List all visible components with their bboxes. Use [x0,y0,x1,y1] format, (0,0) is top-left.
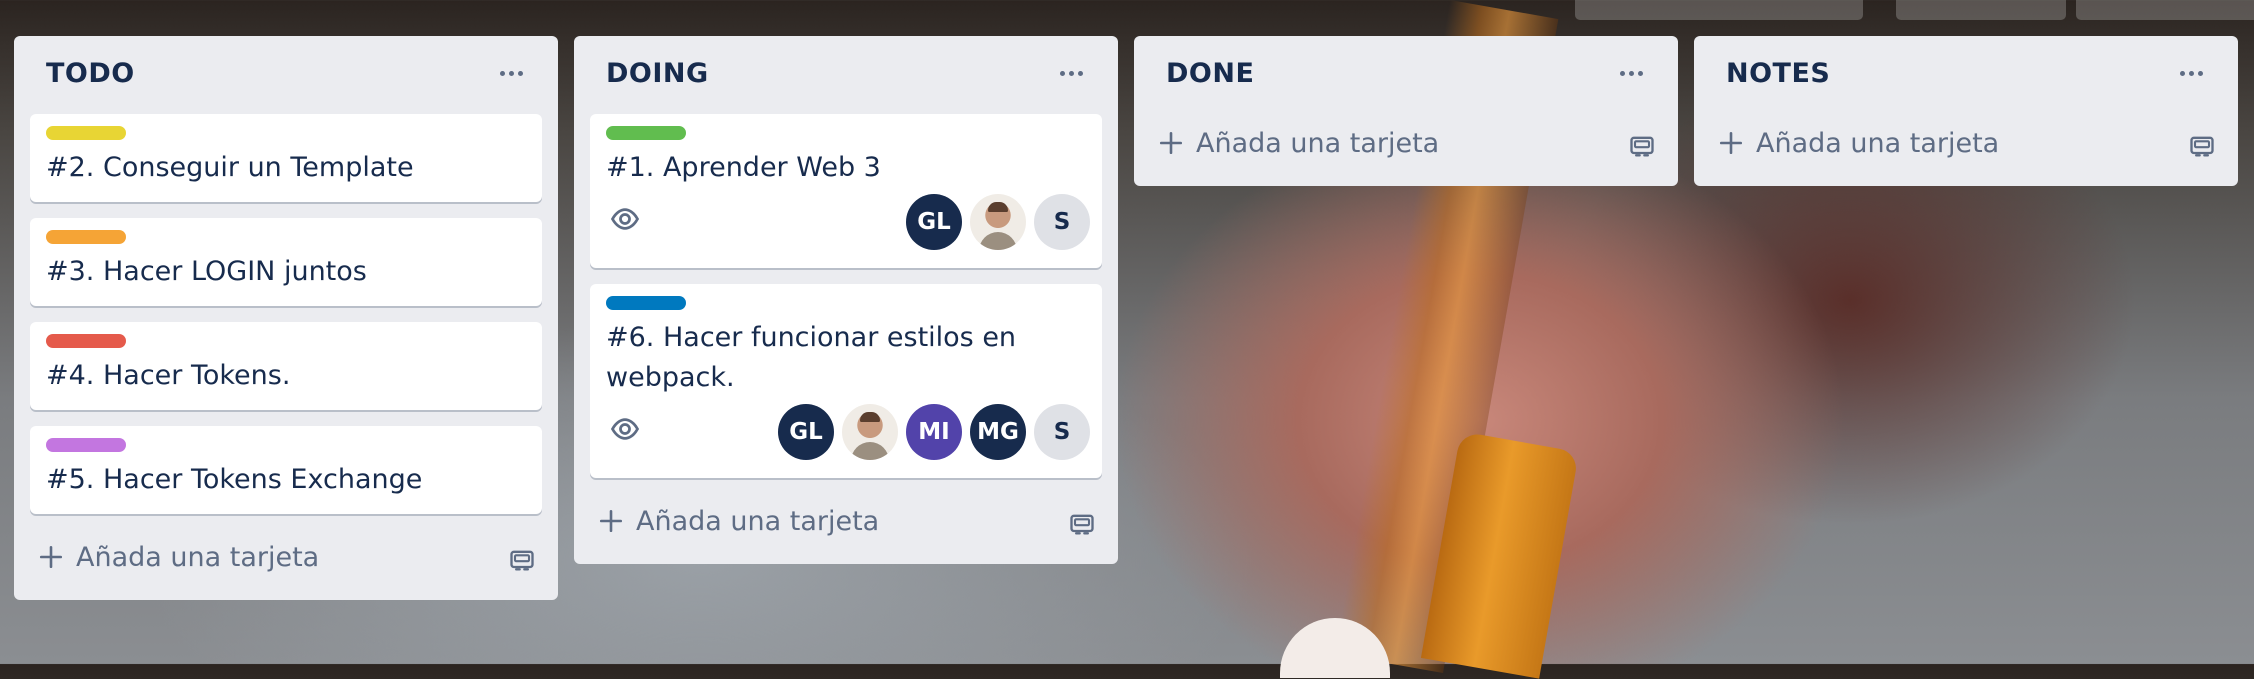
list-todo: TODO #2. Conseguir un Template #3. Hacer… [14,36,558,600]
card-title: #6. Hacer funcionar estilos en webpack. [606,322,1017,393]
card-members: GL S [898,194,1090,250]
create-from-template-icon[interactable] [1068,510,1096,538]
card-title: #2. Conseguir un Template [46,152,414,183]
add-card-label: Añada una tarjeta [76,542,320,573]
member-avatar[interactable]: MG [970,404,1026,460]
list-done: DONE Añada una tarjeta [1134,36,1678,186]
list-header: NOTES [1710,36,2222,114]
member-avatar[interactable]: GL [906,194,962,250]
card-title: #5. Hacer Tokens Exchange [46,464,423,495]
create-from-template-icon[interactable] [2188,132,2216,160]
card-title: #3. Hacer LOGIN juntos [46,256,367,287]
header-button[interactable] [1575,0,1863,20]
add-card-button[interactable]: Añada una tarjeta [1710,114,2222,172]
add-card-button[interactable]: Añada una tarjeta [1150,114,1662,172]
eye-icon [610,204,640,234]
card[interactable]: #1. Aprender Web 3 GL S [590,114,1102,268]
card[interactable]: #3. Hacer LOGIN juntos [30,218,542,306]
list-menu-button[interactable] [500,58,530,88]
add-card-label: Añada una tarjeta [1196,128,1440,159]
menu-dot-icon [1620,71,1625,76]
plus-icon [598,508,624,534]
menu-dot-icon [500,71,505,76]
card[interactable]: #6. Hacer funcionar estilos en webpack. … [590,284,1102,478]
add-card-button[interactable]: Añada una tarjeta [590,492,1102,550]
plus-icon [38,544,64,570]
card-label[interactable] [46,438,126,452]
card-badges: GL MI MG S [606,404,1090,464]
create-from-template-icon[interactable] [508,546,536,574]
menu-dot-icon [518,71,523,76]
card[interactable]: #2. Conseguir un Template [30,114,542,202]
eye-icon [610,414,640,444]
menu-dot-icon [1060,71,1065,76]
list-title[interactable]: TODO [46,58,135,89]
add-card-label: Añada una tarjeta [636,506,880,537]
card-label[interactable] [46,334,126,348]
member-avatar-photo[interactable] [842,404,898,460]
list-header: TODO [30,36,542,114]
card[interactable]: #4. Hacer Tokens. [30,322,542,410]
member-avatar[interactable]: MI [906,404,962,460]
list-menu-button[interactable] [2180,58,2210,88]
add-card-label: Añada una tarjeta [1756,128,2000,159]
member-avatar[interactable]: GL [778,404,834,460]
list-notes: NOTES Añada una tarjeta [1694,36,2238,186]
list-header: DOING [590,36,1102,114]
card[interactable]: #5. Hacer Tokens Exchange [30,426,542,514]
list-menu-button[interactable] [1060,58,1090,88]
member-avatar-photo[interactable] [970,194,1026,250]
plus-icon [1158,130,1184,156]
card-label[interactable] [606,296,686,310]
plus-icon [1718,130,1744,156]
add-card-button[interactable]: Añada una tarjeta [30,528,542,586]
menu-dot-icon [2180,71,2185,76]
menu-dot-icon [2189,71,2194,76]
card-title: #1. Aprender Web 3 [606,152,881,183]
list-header: DONE [1150,36,1662,114]
list-doing: DOING #1. Aprender Web 3 GL S #6. Hacer f… [574,36,1118,564]
menu-dot-icon [1078,71,1083,76]
menu-dot-icon [1638,71,1643,76]
card-label[interactable] [46,230,126,244]
card-label[interactable] [606,126,686,140]
list-title[interactable]: NOTES [1726,58,1830,89]
menu-dot-icon [1629,71,1634,76]
card-members: GL MI MG S [770,404,1090,460]
list-title[interactable]: DOING [606,58,709,89]
list-menu-button[interactable] [1620,58,1650,88]
list-title[interactable]: DONE [1166,58,1254,89]
menu-dot-icon [509,71,514,76]
menu-dot-icon [2198,71,2203,76]
card-badges: GL S [606,194,1090,254]
card-title: #4. Hacer Tokens. [46,360,291,391]
create-from-template-icon[interactable] [1628,132,1656,160]
member-avatar[interactable]: S [1034,194,1090,250]
menu-dot-icon [1069,71,1074,76]
card-label[interactable] [46,126,126,140]
header-button[interactable] [2076,0,2254,20]
header-button[interactable] [1896,0,2066,20]
member-avatar[interactable]: S [1034,404,1090,460]
